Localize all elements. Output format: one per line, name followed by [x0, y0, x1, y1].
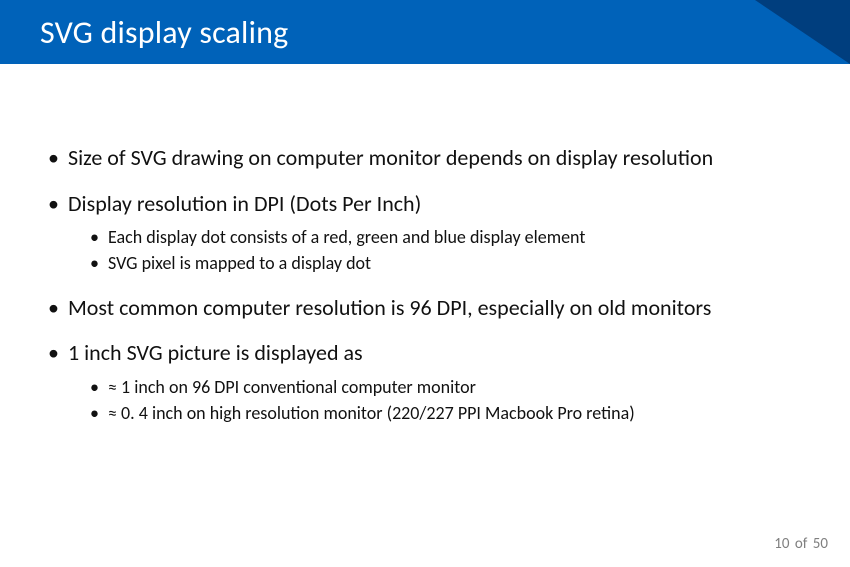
slide-body: Size of SVG drawing on computer monitor … — [0, 64, 850, 425]
bullet-item: Display resolution in DPI (Dots Per Inch… — [48, 190, 802, 276]
sub-bullet-item: ≈ 1 inch on 96 DPI conventional computer… — [90, 375, 802, 399]
slide-title: SVG display scaling — [40, 13, 288, 52]
bullet-item: Size of SVG drawing on computer monitor … — [48, 144, 802, 172]
page-number: 10 of 50 — [774, 535, 828, 553]
sub-bullet-list: Each display dot consists of a red, gree… — [68, 225, 802, 276]
bullet-list: Size of SVG drawing on computer monitor … — [48, 144, 802, 425]
page-total: 50 — [813, 535, 828, 553]
sub-bullet-item: ≈ 0. 4 inch on high resolution monitor (… — [90, 401, 802, 425]
bullet-text: Display resolution in DPI (Dots Per Inch… — [68, 190, 421, 217]
sub-bullet-item: Each display dot consists of a red, gree… — [90, 225, 802, 249]
page-current: 10 — [774, 535, 789, 553]
sub-bullet-item: SVG pixel is mapped to a display dot — [90, 251, 802, 275]
bullet-item: 1 inch SVG picture is displayed as ≈ 1 i… — [48, 339, 802, 425]
sub-bullet-list: ≈ 1 inch on 96 DPI conventional computer… — [68, 375, 802, 426]
slide: SVG display scaling Size of SVG drawing … — [0, 0, 850, 567]
bullet-item: Most common computer resolution is 96 DP… — [48, 294, 802, 322]
bullet-text: 1 inch SVG picture is displayed as — [68, 339, 363, 366]
page-of-label: of — [795, 535, 808, 553]
title-corner-accent — [710, 0, 850, 64]
title-bar: SVG display scaling — [0, 0, 850, 64]
